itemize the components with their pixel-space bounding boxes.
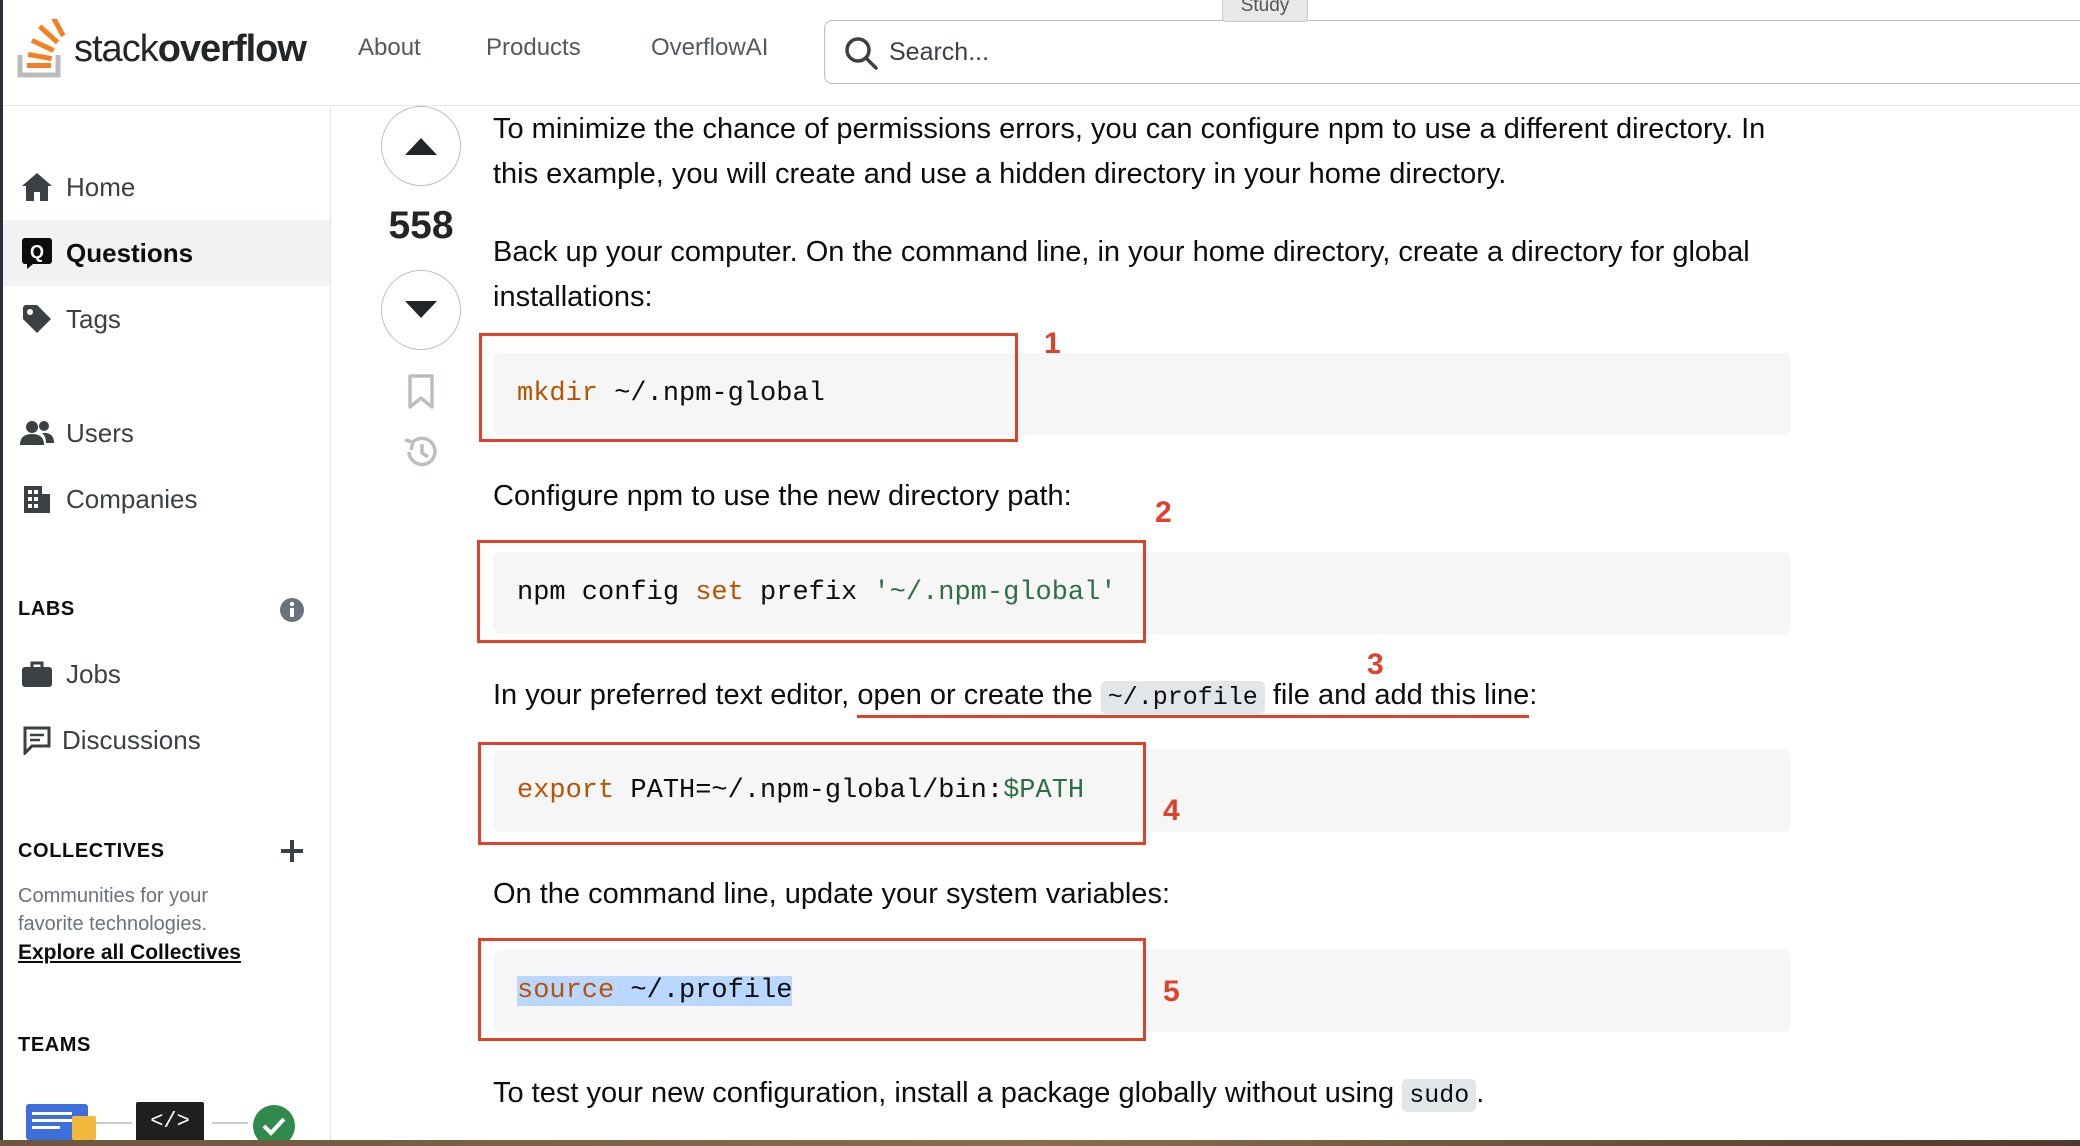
left-sidebar: Home Q Questions Tags Users Companies LA… [0, 106, 331, 1140]
collectives-description: Communities for your favorite technologi… [18, 885, 209, 935]
search-box[interactable] [824, 20, 2080, 84]
briefcase-icon [20, 657, 54, 691]
sidebar-item-label: Companies [66, 483, 198, 514]
logo-text-light: stack [74, 27, 159, 70]
answer-paragraph-3: Configure npm to use the new directory p… [493, 480, 1072, 512]
stackoverflow-logo-icon [17, 19, 66, 78]
sidebar-item-label: Questions [66, 237, 194, 268]
paragraph-text: To test your new configuration, install … [493, 1077, 1403, 1109]
annotation-box-1 [479, 333, 1018, 442]
top-bar: stackoverflow About Products OverflowAI … [0, 0, 2080, 106]
logo-text-bold: overflow [157, 27, 307, 70]
paragraph-text: . [1476, 1077, 1485, 1109]
annotation-label-5: 5 [1163, 975, 1180, 1008]
sidebar-item-label: Jobs [66, 658, 121, 689]
annotation-label-2: 2 [1155, 496, 1172, 529]
answer-paragraph-5: On the command line, update your system … [493, 878, 1170, 910]
logo[interactable]: stackoverflow [16, 16, 307, 82]
sidebar-item-label: Home [66, 171, 136, 202]
paragraph-text: open or create the [857, 679, 1101, 711]
search-input[interactable] [889, 33, 1789, 71]
collectives-heading: COLLECTIVES [18, 840, 165, 862]
window-edge [0, 0, 3, 1140]
arrow-down-icon [405, 301, 437, 318]
sidebar-item-discussions[interactable]: Discussions [0, 707, 330, 773]
logo-text: stackoverflow [74, 27, 307, 71]
annotation-label-4: 4 [1163, 794, 1180, 827]
history-icon[interactable] [401, 432, 441, 472]
annotation-box-5 [478, 938, 1146, 1041]
explore-collectives-link[interactable]: Explore all Collectives [18, 941, 241, 965]
building-icon [20, 482, 54, 516]
paragraph-text: In your preferred text editor, [493, 679, 858, 711]
code-icon: </> [136, 1102, 204, 1140]
answer-paragraph-4: In your preferred text editor, open or c… [493, 673, 1793, 720]
search-icon [845, 37, 878, 70]
paragraph-text: : [1529, 679, 1538, 711]
annotation-label-3: 3 [1367, 648, 1384, 681]
sidebar-item-questions[interactable]: Q Questions [0, 220, 330, 286]
underlined-instruction: open or create the ~/.profile file and a… [857, 679, 1530, 718]
desktop-background [0, 1140, 2080, 1146]
sidebar-item-label: Users [66, 417, 134, 448]
app-window: stackoverflow About Products OverflowAI … [0, 0, 2080, 1140]
questions-icon: Q [20, 236, 54, 270]
nav-overflowai[interactable]: OverflowAI [651, 34, 768, 62]
info-icon[interactable] [279, 597, 305, 623]
inline-code-sudo: sudo [1402, 1079, 1477, 1112]
annotation-label-1: 1 [1044, 327, 1061, 360]
labs-heading: LABS [18, 598, 75, 620]
sidebar-item-label: Tags [66, 303, 121, 334]
sidebar-item-label: Discussions [62, 724, 201, 755]
upvote-button[interactable] [381, 106, 461, 186]
plus-icon[interactable] [280, 839, 304, 863]
teams-doc-icon [26, 1104, 96, 1140]
annotation-box-4 [478, 742, 1146, 845]
answer-paragraph-2: Back up your computer. On the command li… [493, 236, 1750, 313]
svg-text:Q: Q [30, 242, 44, 262]
sidebar-item-users[interactable]: Users [0, 400, 330, 466]
arrow-up-icon [405, 138, 437, 155]
downvote-button[interactable] [381, 270, 461, 350]
bookmark-icon[interactable] [406, 374, 436, 410]
teams-connector [212, 1122, 248, 1124]
teams-heading: TEAMS [18, 1034, 91, 1056]
nav-products[interactable]: Products [486, 34, 581, 62]
vote-count: 558 [388, 204, 454, 247]
answer-paragraph-6: To test your new configuration, install … [493, 1071, 1793, 1118]
users-icon [20, 416, 54, 450]
discussion-icon [20, 723, 54, 757]
study-tooltip: Study [1222, 0, 1308, 22]
inline-code-profile: ~/.profile [1100, 681, 1265, 714]
annotation-box-2 [477, 540, 1146, 643]
sidebar-item-tags[interactable]: Tags [0, 286, 330, 352]
sidebar-item-home[interactable]: Home [0, 154, 330, 220]
answer-paragraph-1: To minimize the chance of permissions er… [493, 113, 1766, 190]
home-icon [20, 170, 54, 204]
sidebar-item-jobs[interactable]: Jobs [0, 641, 330, 707]
tag-icon [20, 302, 54, 336]
nav-about[interactable]: About [358, 34, 421, 62]
check-icon [252, 1104, 296, 1140]
teams-connector [96, 1122, 132, 1124]
paragraph-text: file and add this line [1264, 679, 1530, 711]
sidebar-item-companies[interactable]: Companies [0, 466, 330, 532]
